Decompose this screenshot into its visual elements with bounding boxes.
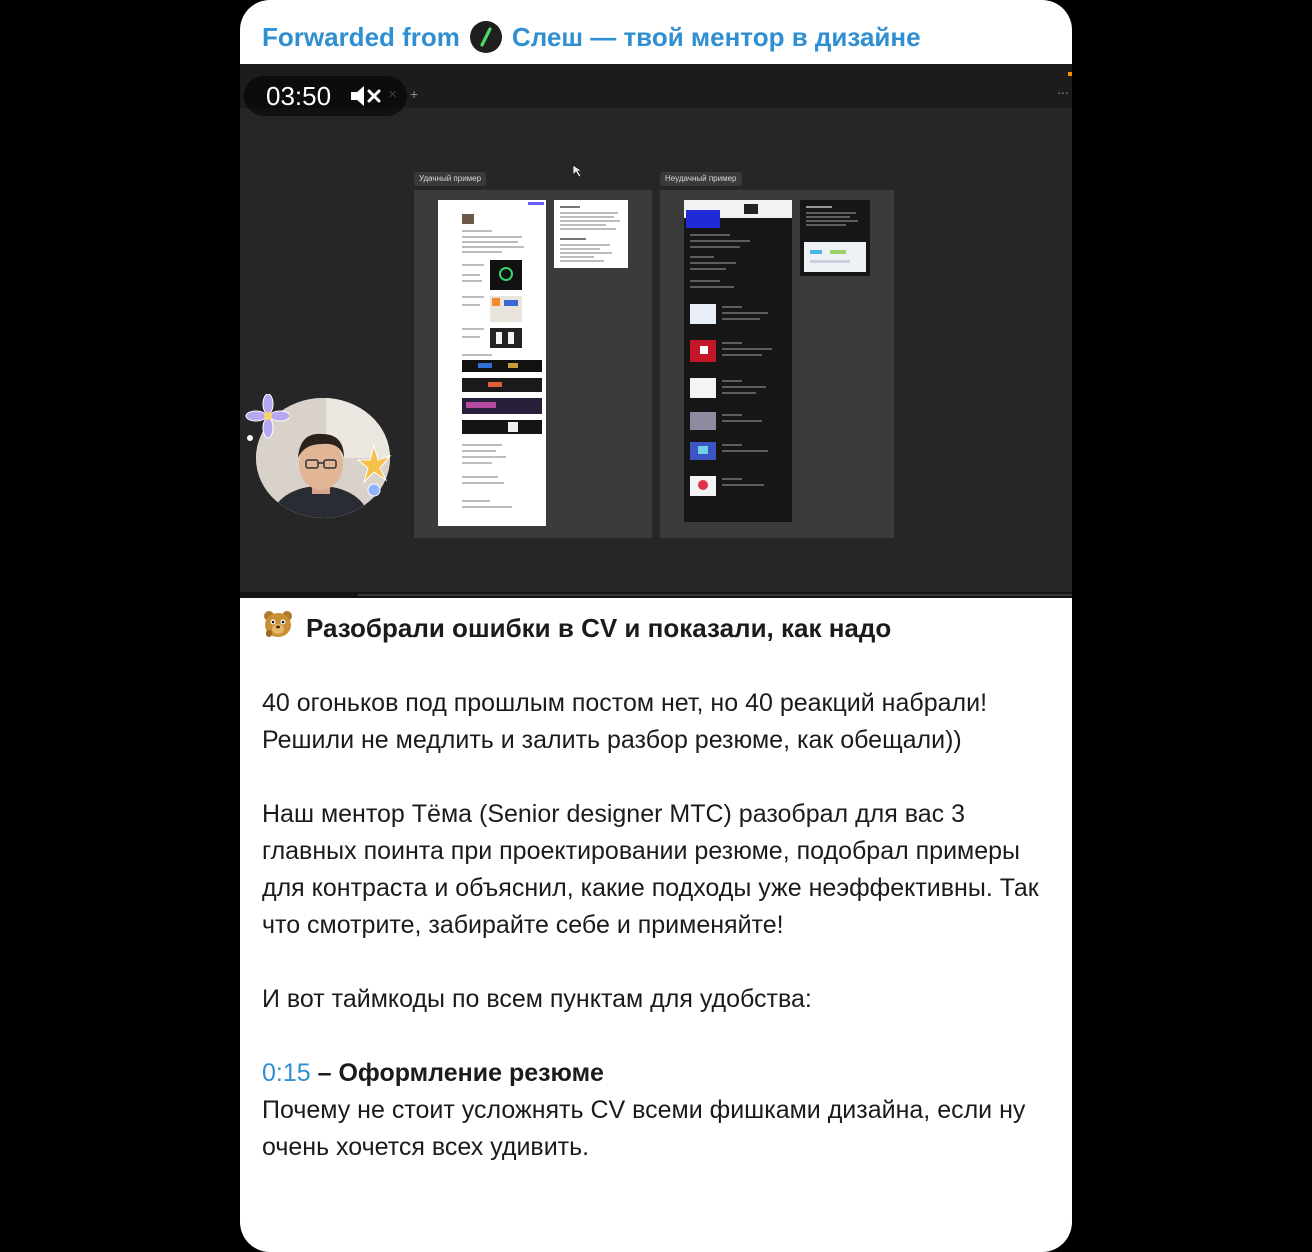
bad-resume-page [684, 200, 792, 522]
frame-label-good: Удачный пример [414, 172, 487, 186]
status-dot [1068, 72, 1072, 76]
speaker-muted-icon[interactable] [349, 83, 383, 109]
bad-notes-card [800, 200, 870, 276]
timecode-title: – Оформление резюме [317, 1059, 604, 1087]
good-notes-card [554, 200, 628, 268]
cursor-icon [572, 164, 584, 178]
post-text: Разобрали ошибки в CV и показали, как на… [262, 598, 1052, 1166]
slash-icon[interactable] [469, 21, 502, 53]
post-heading: Разобрали ошибки в CV и показали, как на… [262, 608, 1052, 648]
post-paragraph-2: Наш ментор Тёма (Senior designer МТС) ра… [262, 800, 1039, 939]
bear-emoji-icon [262, 608, 294, 648]
frame-label-bad: Неудачный пример [660, 172, 742, 186]
good-resume-page [438, 200, 546, 526]
video-player[interactable]: ✕ + ··· 03:50 Удачный пример [240, 64, 1072, 598]
good-example-frame [414, 190, 652, 538]
post-paragraph-3: И вот таймкоды по всем пунктам для удобс… [262, 985, 812, 1013]
add-tab-icon: + [410, 86, 419, 102]
forwarded-channel-name[interactable]: Слеш — твой ментор в дизайне [512, 22, 921, 53]
more-icon: ··· [1057, 84, 1069, 100]
post-paragraph-1: 40 огоньков под прошлым постом нет, но 4… [262, 689, 988, 754]
video-overlay-controls[interactable]: 03:50 [244, 76, 408, 116]
leaf-sticker-icon [356, 444, 392, 497]
message-bubble: Forwarded from Слеш — твой ментор в диза… [240, 0, 1072, 1252]
video-duration: 03:50 [266, 80, 332, 111]
forwarded-prefix: Forwarded from [262, 21, 460, 52]
post-title: Разобрали ошибки в CV и показали, как на… [306, 612, 892, 643]
flower-sticker-icon [245, 394, 290, 441]
timecode-item: 0:15 – Оформление резюме [262, 1055, 1052, 1092]
bad-example-frame [660, 190, 894, 538]
forwarded-header[interactable]: Forwarded from Слеш — твой ментор в диза… [262, 18, 921, 56]
timecode-link[interactable]: 0:15 [262, 1059, 311, 1087]
timecode-description: Почему не стоит усложнять CV всеми фишка… [262, 1096, 1026, 1161]
